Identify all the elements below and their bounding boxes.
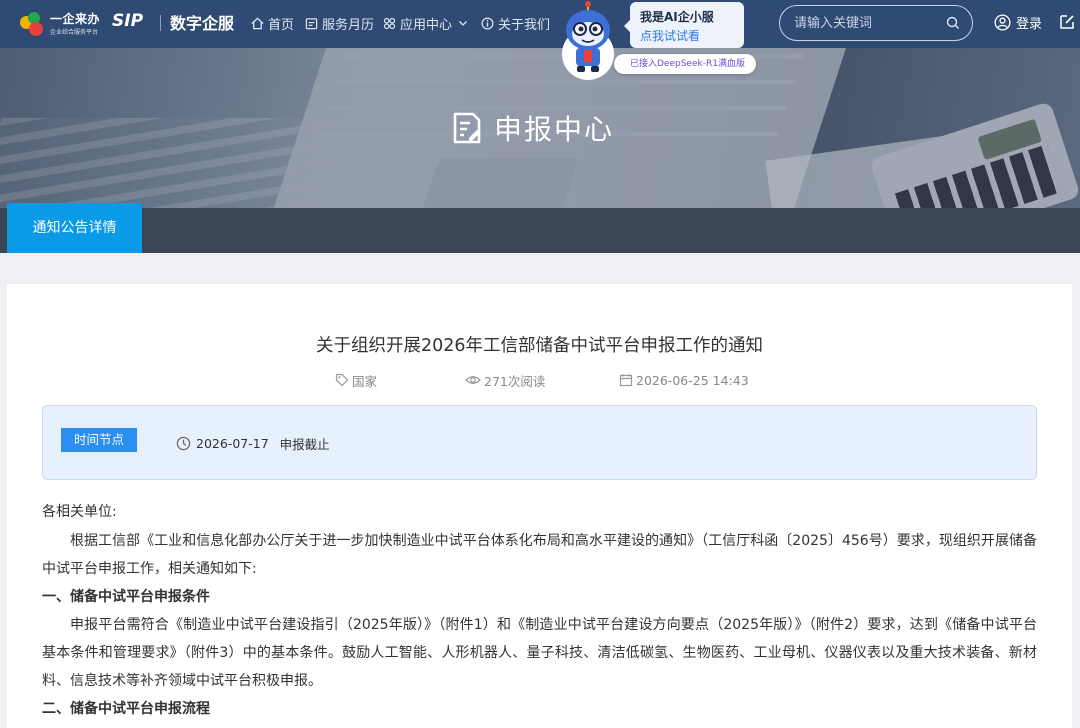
- tag-icon: [335, 373, 349, 387]
- article-heading-1: 一、储备中试平台申报条件: [42, 589, 210, 605]
- yiqilaiban-logo-mark: [20, 12, 46, 36]
- nav-home-label: 首页: [268, 17, 295, 33]
- nav-about-us[interactable]: 关于我们: [481, 13, 550, 33]
- eye-icon: [465, 376, 481, 384]
- home-icon: [251, 17, 264, 29]
- search-icon[interactable]: [946, 16, 960, 30]
- yiqilaiban-logo-subtext: 企业综合服务平台: [50, 29, 99, 36]
- article-paragraph-1: 根据工信部《工业和信息化部办公厅关于进一步加快制造业中试平台体系化布局和高水平建…: [42, 533, 1037, 577]
- tab-notice-detail[interactable]: 通知公告详情: [7, 203, 142, 253]
- yiqilaiban-logo[interactable]: 一企来办 企业综合服务平台: [20, 10, 100, 38]
- page-banner: 申报中心: [0, 48, 1080, 208]
- nav-calendar-label: 服务月历: [322, 17, 375, 33]
- time-node-panel: 时间节点 2026-07-17 申报截止: [42, 405, 1037, 480]
- edit-icon[interactable]: [1058, 13, 1076, 31]
- ai-bubble-title: 我是AI企小服: [640, 10, 714, 24]
- banner-title: 申报中心: [450, 108, 614, 148]
- logo-divider: [160, 15, 161, 31]
- nav-app-center-label: 应用中心: [400, 17, 453, 33]
- banner-title-text: 申报中心: [494, 113, 615, 146]
- article-views-label: 271次阅读: [484, 373, 546, 389]
- article-title: 关于组织开展2026年工信部储备中试平台申报工作的通知: [315, 336, 764, 356]
- article-salutation: 各相关单位:: [42, 504, 117, 520]
- sip-logo-text: SIP: [112, 11, 144, 31]
- deadline-label: 申报截止: [279, 436, 330, 452]
- article-tag-label: 国家: [352, 373, 378, 389]
- chevron-down-icon: [459, 21, 467, 26]
- login-label: 登录: [1016, 16, 1043, 32]
- tab-bar: [0, 208, 1080, 253]
- article-tag: 国家: [335, 372, 378, 389]
- user-icon: [994, 13, 1011, 31]
- robot-mascot-icon: [562, 1, 614, 80]
- article-date-label: 2026-06-25 14:43: [636, 372, 749, 388]
- deepseek-badge: 已接入DeepSeek-R1满血版: [614, 54, 756, 74]
- apps-icon: [383, 17, 396, 29]
- ai-try-link[interactable]: 点我试试看: [640, 27, 734, 44]
- article-card: 关于组织开展2026年工信部储备中试平台申报工作的通知 国家 271次阅读 20…: [7, 284, 1072, 728]
- deadline-entry: 2026-07-17 申报截止: [176, 434, 330, 452]
- nav-home[interactable]: 首页: [251, 13, 294, 33]
- top-header: 一企来办 企业综合服务平台 SIP 数字企服 首页 服务月历 应用中心 关于我们…: [0, 0, 1080, 48]
- deadline-date: 2026-07-17: [196, 435, 269, 451]
- nav-app-center[interactable]: 应用中心: [383, 13, 468, 33]
- calendar-icon: [619, 374, 633, 387]
- clock-icon: [176, 436, 191, 450]
- nav-service-calendar[interactable]: 服务月历: [305, 13, 374, 33]
- login-button[interactable]: 登录: [994, 12, 1042, 32]
- info-icon: [481, 17, 494, 29]
- search-input[interactable]: [794, 14, 944, 32]
- ai-chat-bubble[interactable]: 我是AI企小服 点我试试看: [624, 2, 744, 48]
- article-paragraph-2: 申报平台需符合《制造业中试平台建设指引（2025年版）》（附件1）和《制造业中试…: [42, 617, 1037, 689]
- sip-brand-logo[interactable]: SIP 数字企服: [112, 10, 242, 36]
- document-edit-icon: [453, 112, 481, 144]
- time-node-badge: 时间节点: [61, 428, 137, 452]
- article-heading-2: 二、储备中试平台申报流程: [42, 701, 210, 717]
- ai-assistant-mascot[interactable]: [560, 0, 616, 80]
- article-date: 2026-06-25 14:43: [619, 372, 749, 388]
- brand-name: 数字企服: [170, 14, 235, 33]
- calendar-icon: [305, 17, 318, 29]
- yiqilaiban-logo-text: 一企来办: [50, 12, 101, 26]
- search-box: [779, 5, 973, 41]
- nav-about-label: 关于我们: [498, 17, 551, 33]
- article-views: 271次阅读: [465, 372, 546, 389]
